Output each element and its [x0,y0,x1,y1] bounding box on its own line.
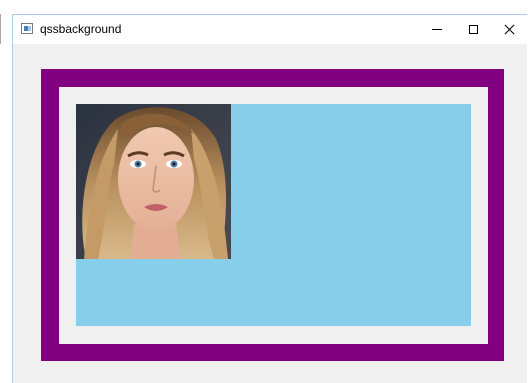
maximize-icon [468,25,478,34]
portrait-photo [76,104,231,259]
app-window: qssbackground [12,14,527,383]
minimize-button[interactable] [419,15,455,44]
close-button[interactable] [491,15,527,44]
app-window-icon[interactable] [21,23,33,34]
maximize-button[interactable] [455,15,491,44]
close-icon [504,24,515,35]
minimize-icon [432,29,442,30]
desktop-edge [0,14,1,44]
title-bar[interactable]: qssbackground [13,15,527,44]
window-title: qssbackground [40,22,122,36]
